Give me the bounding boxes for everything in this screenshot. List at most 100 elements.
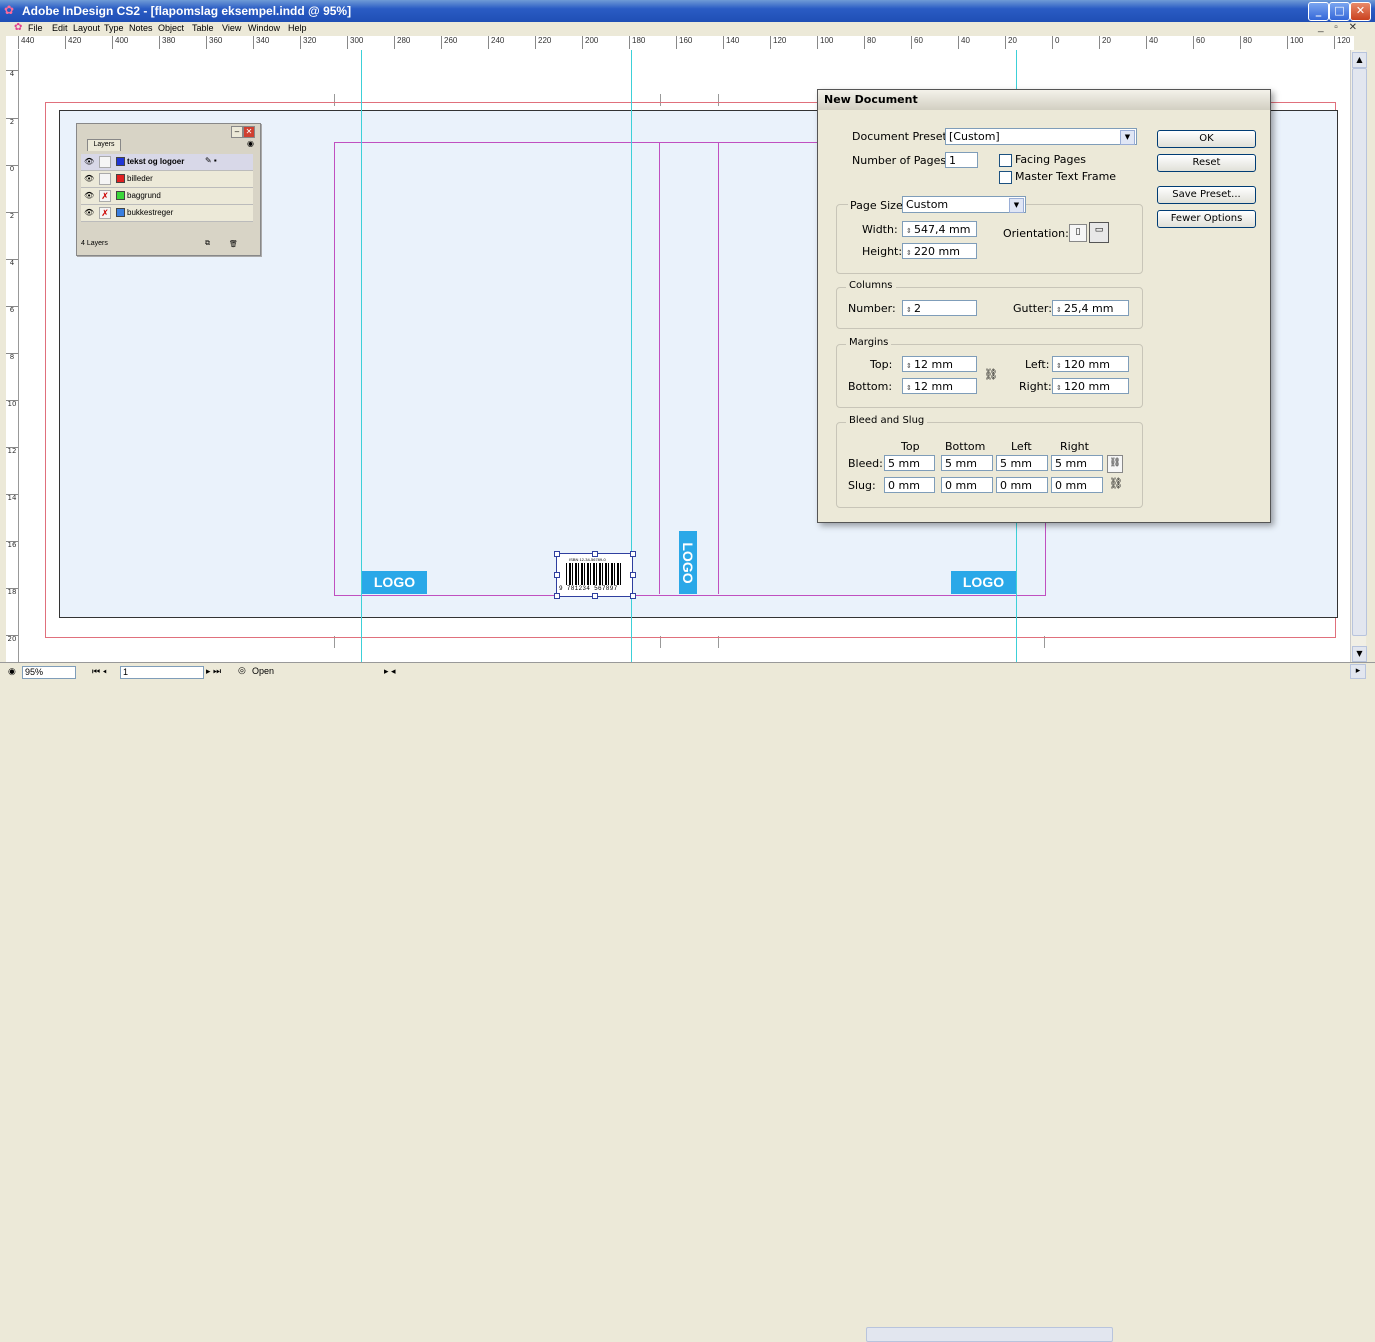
left-margin-input[interactable]: ⇕ 120 mm — [1052, 356, 1129, 372]
columns-number-input[interactable]: ⇕ 2 — [902, 300, 977, 316]
visibility-eye-icon[interactable]: 👁 — [84, 174, 94, 183]
chain-link-icon[interactable]: ⛓ — [1107, 455, 1123, 473]
trash-icon[interactable]: 🗑 — [229, 240, 238, 248]
selection-handle[interactable] — [630, 593, 636, 599]
vertical-ruler[interactable]: 4 2 0 2 4 6 8 10 12 14 16 18 20 — [6, 50, 19, 662]
visibility-eye-icon[interactable]: 👁 — [84, 157, 94, 166]
pages-input[interactable]: 1 — [945, 152, 978, 168]
tab-layers[interactable]: Layers — [87, 139, 121, 151]
layer-row[interactable]: 👁 ✗ bukkestreger — [81, 205, 253, 222]
selection-handle[interactable] — [592, 593, 598, 599]
scroll-right-button[interactable]: ▸ — [1350, 664, 1366, 679]
bleed-left-input[interactable]: 5 mm — [996, 455, 1048, 471]
master-text-frame-label[interactable]: Master Text Frame — [1015, 170, 1116, 183]
lock-toggle[interactable] — [99, 156, 111, 168]
logo-spine[interactable]: LOGO — [679, 531, 697, 594]
landscape-orientation-icon[interactable]: ▭ — [1089, 222, 1109, 243]
fewer-options-button[interactable]: Fewer Options — [1157, 210, 1256, 228]
master-text-frame-checkbox[interactable] — [999, 171, 1012, 184]
scroll-thumb[interactable] — [1352, 68, 1367, 636]
facing-pages-checkbox[interactable] — [999, 154, 1012, 167]
lock-crossed-icon[interactable]: ✗ — [99, 190, 111, 202]
gutter-input[interactable]: ⇕ 25,4 mm — [1052, 300, 1129, 316]
top-margin-input[interactable]: ⇕ 12 mm — [902, 356, 977, 372]
reset-button[interactable]: Reset — [1157, 154, 1256, 172]
selection-handle[interactable] — [554, 572, 560, 578]
spinner-icon[interactable]: ⇕ — [1056, 302, 1064, 318]
menu-type[interactable]: Type — [104, 23, 124, 33]
new-document-dialog[interactable]: New Document Document Preset: [Custom] ▼… — [817, 89, 1271, 523]
panel-menu-icon[interactable]: ◉ — [247, 139, 254, 148]
slug-top-input[interactable]: 0 mm — [884, 477, 935, 493]
document-window-controls[interactable]: _ ▫ ✕ — [1318, 22, 1361, 33]
spinner-icon[interactable]: ⇕ — [1056, 380, 1064, 396]
layer-row[interactable]: 👁 tekst og logoer ✎ ▪ — [81, 154, 253, 171]
vertical-scrollbar[interactable]: ▲ ▼ — [1350, 50, 1367, 662]
menu-window[interactable]: Window — [248, 23, 280, 33]
bleed-right-input[interactable]: 5 mm — [1051, 455, 1103, 471]
broken-chain-icon[interactable]: ⛓ — [1109, 477, 1123, 490]
first-page-icon[interactable]: ⏮ ◂ — [92, 666, 107, 677]
bleed-top-input[interactable]: 5 mm — [884, 455, 935, 471]
lock-crossed-icon[interactable]: ✗ — [99, 207, 111, 219]
ok-button[interactable]: OK — [1157, 130, 1256, 148]
horizontal-scroll-thumb[interactable] — [866, 1327, 1113, 1342]
isbn-barcode[interactable]: ISBN 12-34-56789-0 9 781234 567897 — [556, 553, 633, 597]
minimize-button[interactable]: _ — [1308, 2, 1329, 21]
slug-left-input[interactable]: 0 mm — [996, 477, 1048, 493]
spinner-icon[interactable]: ⇕ — [906, 380, 914, 396]
menu-notes[interactable]: Notes — [129, 23, 153, 33]
lock-toggle[interactable] — [99, 173, 111, 185]
status-nav-icon[interactable]: ▸ ◂ — [384, 666, 396, 677]
maximize-button[interactable]: □ — [1329, 2, 1350, 21]
zoom-field[interactable]: 95% — [22, 666, 76, 679]
next-page-icon[interactable]: ▸ ⏭ — [206, 666, 221, 677]
visibility-eye-icon[interactable]: 👁 — [84, 191, 94, 200]
spinner-icon[interactable]: ⇕ — [906, 223, 914, 239]
scroll-down-button[interactable]: ▼ — [1352, 646, 1367, 662]
scroll-up-button[interactable]: ▲ — [1352, 52, 1367, 68]
open-status-label[interactable]: Open — [252, 666, 274, 676]
width-input[interactable]: ⇕ 547,4 mm — [902, 221, 977, 237]
visibility-eye-icon[interactable]: 👁 — [84, 208, 94, 217]
height-input[interactable]: ⇕ 220 mm — [902, 243, 977, 259]
menu-object[interactable]: Object — [158, 23, 184, 33]
portrait-orientation-icon[interactable]: ▯ — [1069, 224, 1087, 242]
logo-left[interactable]: LOGO — [362, 571, 427, 594]
page-field[interactable]: 1 — [120, 666, 204, 679]
menu-help[interactable]: Help — [288, 23, 307, 33]
menu-layout[interactable]: Layout — [73, 23, 100, 33]
slug-right-input[interactable]: 0 mm — [1051, 477, 1103, 493]
facing-pages-label[interactable]: Facing Pages — [1015, 153, 1086, 166]
right-margin-input[interactable]: ⇕ 120 mm — [1052, 378, 1129, 394]
horizontal-ruler[interactable]: 440 420 400 380 360 340 320 300 280 260 … — [18, 36, 1354, 51]
page-size-select[interactable]: Custom ▼ — [902, 196, 1026, 213]
spinner-icon[interactable]: ⇕ — [906, 245, 914, 261]
spinner-icon[interactable]: ⇕ — [906, 302, 914, 318]
save-preset-button[interactable]: Save Preset... — [1157, 186, 1256, 204]
selection-handle[interactable] — [630, 551, 636, 557]
bleed-bottom-input[interactable]: 5 mm — [941, 455, 993, 471]
menu-view[interactable]: View — [222, 23, 241, 33]
layer-row[interactable]: 👁 ✗ baggrund — [81, 188, 253, 205]
selection-handle[interactable] — [554, 551, 560, 557]
layers-panel[interactable]: – ✕ Layers ◉ 👁 tekst og logoer ✎ ▪ 👁 bil… — [76, 123, 261, 256]
selection-handle[interactable] — [630, 572, 636, 578]
menu-file[interactable]: File — [28, 23, 43, 33]
spinner-icon[interactable]: ⇕ — [906, 358, 914, 374]
menu-table[interactable]: Table — [192, 23, 214, 33]
close-button[interactable]: ✕ — [1350, 2, 1371, 21]
chain-link-icon[interactable]: ⛓ — [984, 368, 998, 381]
selection-handle[interactable] — [554, 593, 560, 599]
panel-minimize-button[interactable]: – — [231, 126, 243, 138]
layer-row[interactable]: 👁 billeder — [81, 171, 253, 188]
document-preset-select[interactable]: [Custom] ▼ — [945, 128, 1137, 145]
menu-edit[interactable]: Edit — [52, 23, 68, 33]
selection-handle[interactable] — [592, 551, 598, 557]
slug-bottom-input[interactable]: 0 mm — [941, 477, 993, 493]
spinner-icon[interactable]: ⇕ — [1056, 358, 1064, 374]
logo-right[interactable]: LOGO — [951, 571, 1016, 594]
panel-close-button[interactable]: ✕ — [243, 126, 255, 138]
new-layer-icon[interactable]: ⧉ — [205, 240, 210, 248]
bottom-margin-input[interactable]: ⇕ 12 mm — [902, 378, 977, 394]
